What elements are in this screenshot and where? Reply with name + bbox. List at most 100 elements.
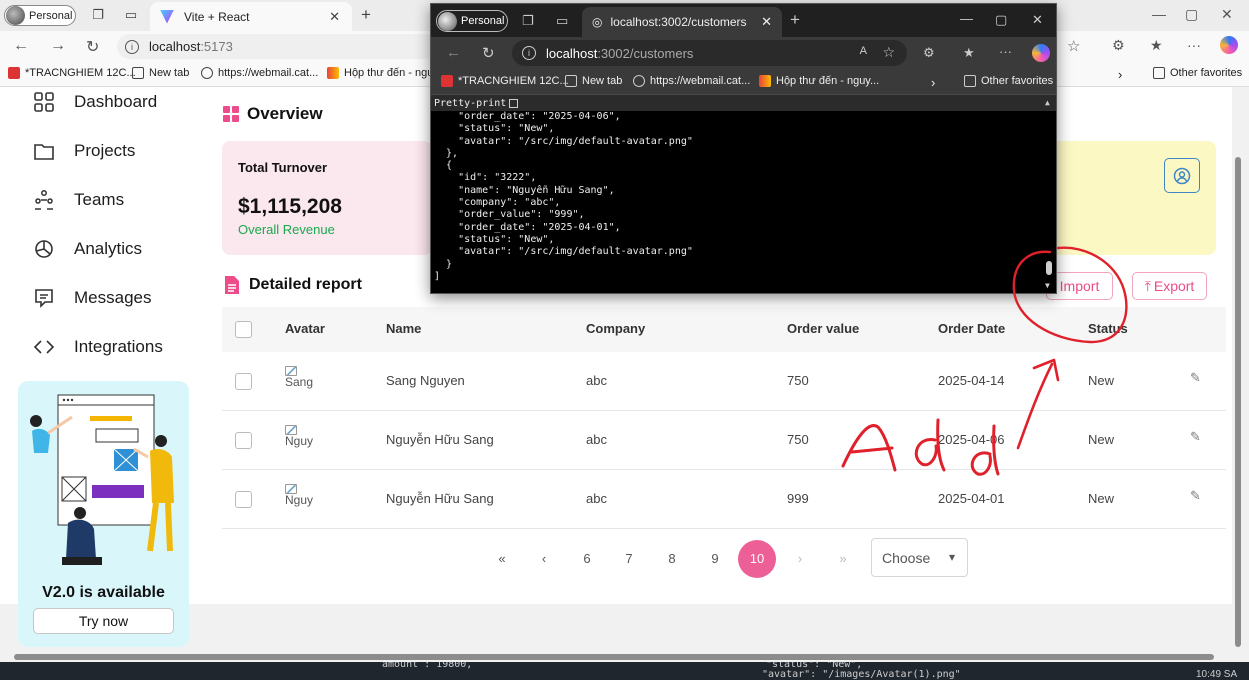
copilot-icon[interactable] [1032,44,1050,62]
scroll-down-icon[interactable]: ▼ [1045,281,1050,290]
close-tab-icon[interactable]: ✕ [761,14,772,30]
taskbar-snippet: "avatar": "/images/Avatar(1).png" [762,669,961,680]
name-cell: Nguyễn Hữu Sang [386,432,494,447]
tab-title: localhost:3002/customers [610,15,747,29]
favorite-star-icon[interactable]: ☆ [882,44,895,61]
reload-icon[interactable]: ↻ [482,44,495,62]
chevron-right-icon[interactable]: › [931,75,935,90]
report-title: Detailed report [249,276,362,293]
popup-url-field[interactable]: i localhost:3002/customers A ☆ [512,40,907,66]
user-card-button[interactable] [1164,158,1200,193]
scroll-thumb[interactable] [1046,261,1052,275]
page-size-select[interactable]: Choose ▾ [871,538,968,577]
page-button[interactable]: 6 [573,545,601,573]
sidebar-item-teams[interactable]: Teams [33,185,124,215]
extensions-icon[interactable]: ⚙ [923,45,935,61]
extensions-icon[interactable]: ⚙ [1112,37,1125,54]
scroll-thumb[interactable] [14,654,1214,660]
select-all-checkbox[interactable] [235,321,252,338]
popup-scrollbar[interactable]: ▲ ▼ [1043,98,1055,293]
close-tab-icon[interactable]: ✕ [329,9,340,25]
favorite-item[interactable]: New tab [132,67,189,79]
other-favorites[interactable]: Other favorites [1153,67,1242,79]
sidebar-item-integrations[interactable]: Integrations [33,332,163,362]
favorite-item[interactable]: *TRACNGHIEM 12C... [441,75,569,87]
sidebar-item-analytics[interactable]: Analytics [33,234,142,264]
scroll-thumb[interactable] [1235,157,1241,647]
name-cell: Nguyễn Hữu Sang [386,491,494,506]
minimize-icon[interactable]: — [960,11,973,26]
url-field[interactable]: i localhost:5173 [117,34,437,59]
page-button[interactable]: 9 [701,545,729,573]
upgrade-promo-card: V2.0 is available Try now [18,381,189,647]
other-favorites[interactable]: Other favorites [964,75,1053,87]
site-info-icon[interactable]: i [125,39,139,54]
chevron-down-icon: ▾ [948,550,955,564]
site-info-icon[interactable]: i [522,46,536,60]
profile-button[interactable]: Personal [4,5,76,26]
favorite-star-icon[interactable]: ☆ [1067,37,1080,55]
popup-profile-button[interactable]: Personal [436,10,508,32]
new-tab-icon[interactable]: + [790,10,800,30]
globe-icon [201,67,213,79]
maximize-icon[interactable]: ▢ [995,12,1007,28]
gmail-icon [327,67,339,79]
favorite-item[interactable]: Hộp thư đến - nguy... [759,75,879,87]
favorites-icon[interactable]: ★ [963,45,975,61]
edit-icon[interactable]: ✎ [1190,370,1201,386]
sidebar-item-projects[interactable]: Projects [33,136,135,166]
row-checkbox[interactable] [235,432,252,449]
favorite-item[interactable]: *TRACNGHIEM 12C... [8,67,136,79]
more-icon[interactable]: ··· [999,44,1012,59]
row-checkbox[interactable] [235,491,252,508]
edit-icon[interactable]: ✎ [1190,488,1201,504]
page-button[interactable]: 8 [658,545,686,573]
pretty-print-toggle[interactable]: Pretty-print [431,95,1056,111]
horizontal-scrollbar[interactable] [0,652,1249,662]
minimize-icon[interactable]: — [1152,6,1166,22]
copilot-icon[interactable] [1220,36,1238,54]
favorites-icon[interactable]: ★ [1150,37,1163,54]
page-button-active[interactable]: 10 [738,540,776,578]
first-page-button[interactable]: « [488,545,516,573]
new-tab-icon[interactable]: + [358,6,374,23]
favorite-item[interactable]: https://webmail.cat... [633,75,750,87]
close-window-icon[interactable]: ✕ [1221,6,1233,23]
maximize-icon[interactable]: ▢ [1185,6,1198,23]
tab-customers[interactable]: ◎ localhost:3002/customers ✕ [582,7,782,37]
workspaces-icon[interactable]: ❐ [522,13,534,29]
back-icon[interactable]: ← [446,44,461,61]
reload-icon[interactable]: ↻ [86,37,99,57]
page-button[interactable]: 7 [615,545,643,573]
forward-icon[interactable]: → [50,37,66,55]
export-button[interactable]: ⤒ Export [1132,272,1207,300]
workspaces-icon[interactable]: ❐ [90,7,106,23]
back-icon[interactable]: ← [13,37,29,55]
tab-vite-react[interactable]: Vite + React ✕ [150,2,352,31]
favorite-item[interactable]: New tab [565,75,622,87]
close-window-icon[interactable]: ✕ [1032,12,1043,28]
pretty-print-checkbox[interactable] [509,98,519,108]
chevron-right-icon[interactable]: › [1118,67,1122,82]
prev-page-button[interactable]: ‹ [530,545,558,573]
sidebar-item-messages[interactable]: Messages [33,283,151,313]
favorite-item[interactable]: https://webmail.cat... [201,67,318,79]
sidebar-item-dashboard[interactable]: Dashboard [33,87,157,117]
more-icon[interactable]: ··· [1187,37,1201,53]
json-line: }, [434,147,459,159]
try-now-button[interactable]: Try now [33,608,174,634]
company-cell: abc [586,491,607,506]
vertical-scrollbar[interactable] [1232,87,1244,652]
tab-actions-icon[interactable]: ▭ [123,7,139,23]
profile-avatar [6,6,25,25]
row-checkbox[interactable] [235,373,252,390]
avatar: Nguy [285,425,319,448]
edit-icon[interactable]: ✎ [1190,429,1201,445]
sidebar-item-label: Messages [74,288,152,307]
last-page-button[interactable]: » [829,545,857,573]
tab-actions-icon[interactable]: ▭ [556,13,568,29]
next-page-button[interactable]: › [786,545,814,573]
read-aloud-icon[interactable]: A [860,45,867,57]
new-tab-page-icon [132,67,144,79]
scroll-up-icon[interactable]: ▲ [1045,98,1050,107]
